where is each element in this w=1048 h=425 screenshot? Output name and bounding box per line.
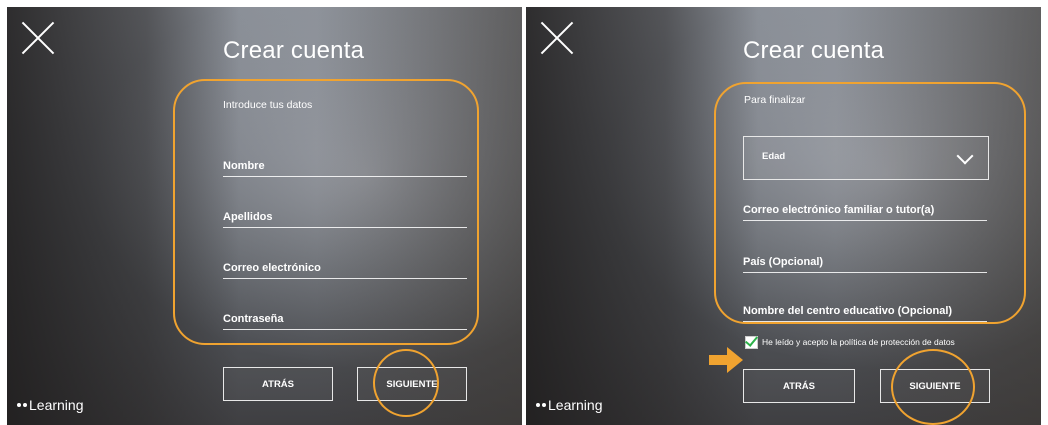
page-title: Crear cuenta: [223, 37, 365, 64]
school-field-label: Nombre del centro educativo (Opcional): [743, 305, 953, 317]
page-title: Crear cuenta: [743, 37, 885, 64]
surname-field[interactable]: Apellidos: [223, 198, 467, 228]
password-field[interactable]: Contraseña: [223, 300, 467, 330]
email-field[interactable]: Correo electrónico: [223, 249, 467, 279]
logo-dot-icon: [542, 403, 546, 407]
close-icon[interactable]: [21, 21, 55, 55]
password-field-label: Contraseña: [223, 313, 284, 325]
guardian-email-field[interactable]: Correo electrónico familiar o tutor(a): [743, 191, 987, 221]
country-field-label: País (Opcional): [743, 256, 824, 268]
form-subtitle: Para finalizar: [744, 94, 806, 106]
school-field[interactable]: Nombre del centro educativo (Opcional): [743, 292, 987, 322]
logo-dot-icon: [17, 403, 21, 407]
logo-dot-icon: [536, 403, 540, 407]
back-button[interactable]: ATRÁS: [743, 369, 855, 403]
highlight-circle: [373, 349, 439, 417]
create-account-step-2: Crear cuenta Para finalizar Edad Correo …: [526, 7, 1041, 425]
brand-logo: Learning: [17, 397, 84, 413]
name-field[interactable]: Nombre: [223, 147, 467, 177]
country-field[interactable]: País (Opcional): [743, 243, 987, 273]
email-field-label: Correo electrónico: [223, 262, 321, 274]
age-select-value: Edad: [762, 151, 786, 162]
surname-field-label: Apellidos: [223, 211, 273, 223]
highlight-circle: [891, 349, 975, 425]
consent-checkbox[interactable]: [744, 333, 759, 349]
checkmark-icon: [744, 333, 759, 347]
form-subtitle: Introduce tus datos: [223, 99, 313, 111]
arrow-right-icon: [709, 347, 743, 373]
create-account-step-1: Crear cuenta Introduce tus datos Nombre …: [7, 7, 522, 425]
close-icon[interactable]: [540, 21, 574, 55]
consent-label: He leído y acepto la política de protecc…: [762, 337, 955, 347]
logo-dot-icon: [23, 403, 27, 407]
guardian-email-label: Correo electrónico familiar o tutor(a): [743, 204, 935, 216]
name-field-label: Nombre: [223, 160, 265, 172]
back-button[interactable]: ATRÁS: [223, 367, 333, 401]
brand-logo: Learning: [536, 397, 603, 413]
brand-label: Learning: [548, 397, 603, 413]
chevron-down-icon: [956, 147, 974, 165]
brand-label: Learning: [29, 397, 84, 413]
age-select[interactable]: Edad: [743, 136, 989, 180]
